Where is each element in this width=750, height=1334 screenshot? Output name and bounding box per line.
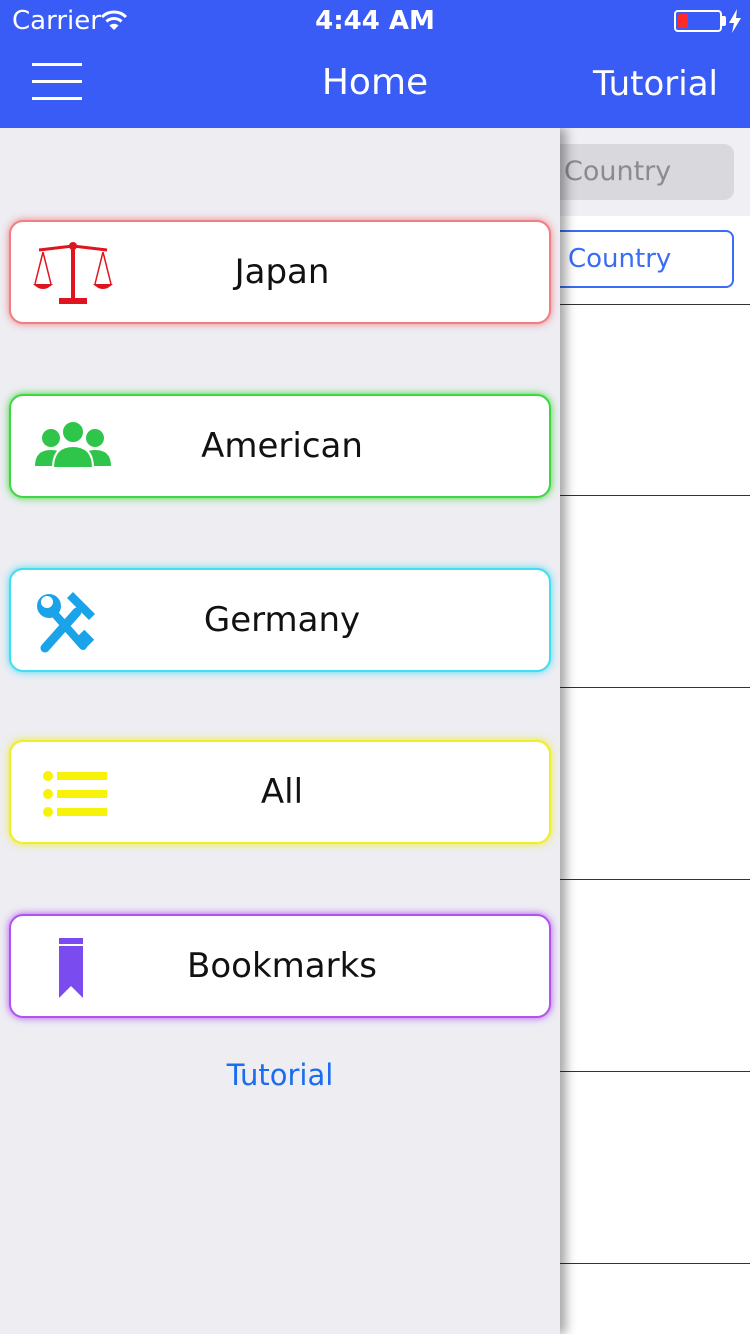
menu-item-germany[interactable]: Germany <box>9 568 551 672</box>
menu-item-american[interactable]: American <box>9 394 551 498</box>
tutorial-link[interactable]: Tutorial <box>0 1058 560 1092</box>
menu-item-bookmarks[interactable]: Bookmarks <box>9 914 551 1018</box>
menu-item-label: Germany <box>203 600 361 640</box>
table-row-divider <box>540 1263 750 1264</box>
table-row-divider <box>540 304 750 305</box>
side-drawer: Japan American Germany All Bookmarks Tut… <box>0 128 560 1334</box>
tutorial-nav-button[interactable]: Tutorial <box>593 64 718 104</box>
battery-tip <box>722 16 726 26</box>
table-row-divider <box>540 1071 750 1072</box>
table-row-divider <box>540 879 750 880</box>
menu-item-japan[interactable]: Japan <box>9 220 551 324</box>
app-screen: Country Country Carrier 4:44 AM Home Tut… <box>0 0 750 1334</box>
table-row-divider <box>540 495 750 496</box>
status-time: 4:44 AM <box>315 6 435 36</box>
menu-item-all[interactable]: All <box>9 740 551 844</box>
navigation-bar: Carrier 4:44 AM Home Tutorial <box>0 0 750 128</box>
menu-item-label: American <box>201 426 363 466</box>
table-row-divider <box>540 687 750 688</box>
battery-icon <box>674 10 722 32</box>
menu-item-label: All <box>260 772 304 812</box>
charging-icon <box>729 9 741 33</box>
menu-item-label: Japan <box>234 252 330 292</box>
menu-item-label: Bookmarks <box>187 946 377 986</box>
